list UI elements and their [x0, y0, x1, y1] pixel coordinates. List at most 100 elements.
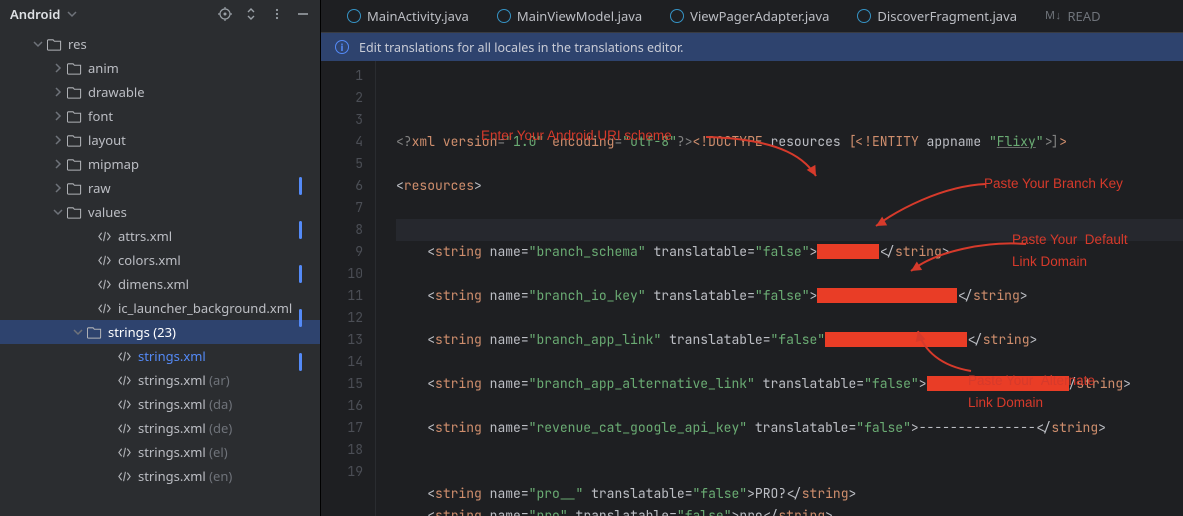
redacted-value	[817, 288, 957, 303]
chevron-right-icon[interactable]	[50, 108, 66, 124]
chevron-down-icon[interactable]	[30, 36, 46, 52]
tree-chevron-blank	[80, 276, 96, 292]
gutter-line-number[interactable]: 13	[321, 329, 363, 351]
gutter-line-number[interactable]: 15	[321, 373, 363, 395]
java-file-icon	[857, 9, 871, 23]
tree-file[interactable]: strings.xml (da)	[0, 392, 320, 416]
code-line[interactable]	[396, 153, 1183, 175]
gutter-line-number[interactable]: 7	[321, 197, 363, 219]
folder-icon	[66, 132, 82, 148]
gutter-line-number[interactable]: 5	[321, 153, 363, 175]
code-content[interactable]: <?xml version="1.0" encoding="utf-8"?><!…	[376, 61, 1183, 516]
chevron-right-icon[interactable]	[50, 180, 66, 196]
java-file-icon	[347, 9, 361, 23]
project-tree[interactable]: res anim drawable font layout mipmap rawvalues…	[0, 28, 320, 516]
code-line[interactable]: <string name="revenue_cat_google_api_key…	[396, 417, 1183, 439]
tree-folder[interactable]: values	[0, 200, 320, 224]
chevron-right-icon[interactable]	[50, 60, 66, 76]
tree-folder[interactable]: font	[0, 104, 320, 128]
chevron-right-icon[interactable]	[50, 84, 66, 100]
gutter-line-number[interactable]: 9	[321, 241, 363, 263]
tree-folder[interactable]: anim	[0, 56, 320, 80]
editor-tab[interactable]: DiscoverFragment.java	[843, 0, 1031, 32]
target-icon[interactable]	[218, 7, 232, 21]
gutter-line-number[interactable]: 16	[321, 395, 363, 417]
code-line[interactable]	[396, 263, 1183, 285]
tree-file[interactable]: ic_launcher_background.xml	[0, 296, 320, 320]
translations-editor-banner[interactable]: i Edit translations for all locales in t…	[321, 33, 1183, 61]
line-gutter[interactable]: 12345678910111213141516171819	[321, 61, 376, 516]
tree-file[interactable]: colors.xml	[0, 248, 320, 272]
gutter-line-number[interactable]: 3	[321, 109, 363, 131]
gutter-line-number[interactable]: 14	[321, 351, 363, 373]
gutter-line-number[interactable]: 17	[321, 417, 363, 439]
code-line[interactable]: <string name="branch_app_link" translata…	[396, 329, 1183, 351]
code-editor[interactable]: 12345678910111213141516171819 <?xml vers…	[321, 61, 1183, 516]
code-line[interactable]	[396, 439, 1183, 461]
code-line[interactable]: <string name="pro" translatable="false">…	[396, 505, 1183, 516]
gutter-line-number[interactable]: 6	[321, 175, 363, 197]
tree-folder[interactable]: res	[0, 32, 320, 56]
tree-item-label: font	[88, 107, 113, 125]
tree-file[interactable]: strings.xml (de)	[0, 416, 320, 440]
editor-tab[interactable]: ViewPagerAdapter.java	[656, 0, 843, 32]
tree-chevron-blank	[100, 372, 116, 388]
code-line[interactable]	[396, 461, 1183, 483]
chevron-down-icon[interactable]	[70, 324, 86, 340]
chevron-down-icon[interactable]	[50, 204, 66, 220]
editor-tab-bar[interactable]: MainActivity.javaMainViewModel.javaViewP…	[321, 0, 1183, 33]
editor-tab[interactable]: MainViewModel.java	[483, 0, 656, 32]
tree-file[interactable]: strings.xml (en)	[0, 464, 320, 488]
tree-folder[interactable]: drawable	[0, 80, 320, 104]
tree-item-label: layout	[88, 131, 126, 149]
minimize-icon[interactable]	[296, 7, 310, 21]
code-line[interactable]: <?xml version="1.0" encoding="utf-8"?><!…	[396, 131, 1183, 153]
gutter-line-number[interactable]: 1	[321, 65, 363, 87]
gutter-line-number[interactable]: 12	[321, 307, 363, 329]
tree-folder[interactable]: layout	[0, 128, 320, 152]
xml-file-icon	[96, 252, 112, 268]
tree-folder[interactable]: mipmap	[0, 152, 320, 176]
chevron-right-icon[interactable]	[50, 132, 66, 148]
tree-file[interactable]: strings.xml (el)	[0, 440, 320, 464]
tree-item-label: strings.xml (de)	[138, 419, 232, 437]
tree-folder[interactable]: raw	[0, 176, 320, 200]
tree-item-label: mipmap	[88, 155, 139, 173]
banner-text: Edit translations for all locales in the…	[359, 39, 684, 56]
tree-item-label: anim	[88, 59, 119, 77]
xml-file-icon	[116, 372, 132, 388]
tree-file[interactable]: strings.xml (ar)	[0, 368, 320, 392]
expand-collapse-icon[interactable]	[244, 7, 258, 21]
code-line[interactable]	[396, 219, 1183, 241]
editor-tab[interactable]: M↓READ	[1031, 0, 1115, 32]
more-vertical-icon[interactable]	[270, 7, 284, 21]
code-line[interactable]: <string name="pro__" translatable="false…	[396, 483, 1183, 505]
gutter-line-number[interactable]: 8	[321, 219, 363, 241]
tree-file[interactable]: dimens.xml	[0, 272, 320, 296]
gutter-line-number[interactable]: 10	[321, 263, 363, 285]
tree-folder[interactable]: strings (23)	[0, 320, 320, 344]
code-line[interactable]	[396, 197, 1183, 219]
editor-tab[interactable]: MainActivity.java	[333, 0, 483, 32]
gutter-line-number[interactable]: 11	[321, 285, 363, 307]
gutter-line-number[interactable]: 19	[321, 461, 363, 483]
tree-file[interactable]: strings.xml	[0, 344, 320, 368]
chevron-right-icon[interactable]	[50, 156, 66, 172]
tree-file[interactable]: attrs.xml	[0, 224, 320, 248]
folder-icon	[46, 36, 62, 52]
code-line[interactable]: <resources>	[396, 175, 1183, 197]
code-line[interactable]: <string name="branch_app_alternative_lin…	[396, 373, 1183, 395]
code-line[interactable]	[396, 395, 1183, 417]
code-line[interactable]: <string name="branch_schema" translatabl…	[396, 241, 1183, 263]
code-line[interactable]	[396, 307, 1183, 329]
gutter-line-number[interactable]: 2	[321, 87, 363, 109]
project-panel: Android resanimdrawablefontlayoutmipmapr…	[0, 0, 321, 516]
code-line[interactable]	[396, 351, 1183, 373]
code-line[interactable]: <string name="branch_io_key" translatabl…	[396, 285, 1183, 307]
tree-chevron-blank	[100, 420, 116, 436]
editor-area: MainActivity.javaMainViewModel.javaViewP…	[321, 0, 1183, 516]
gutter-line-number[interactable]: 18	[321, 439, 363, 461]
folder-icon	[86, 324, 102, 340]
project-view-selector[interactable]: Android	[10, 5, 80, 23]
gutter-line-number[interactable]: 4	[321, 131, 363, 153]
